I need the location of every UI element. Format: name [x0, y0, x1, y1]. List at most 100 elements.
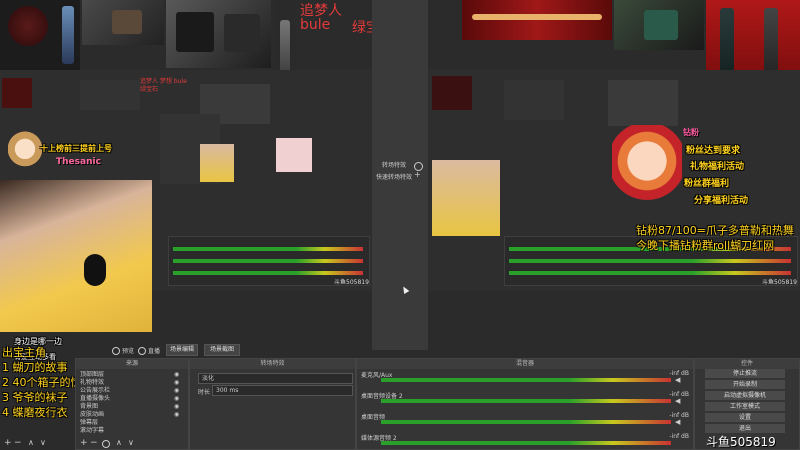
right-overlay-line2: 今晚下播钻粉群roll蝴刀红网: [636, 239, 775, 252]
remove-icon[interactable]: −: [14, 438, 22, 448]
preview-right-thumb-3: [608, 80, 678, 126]
preview-left-thumb-2: [80, 80, 140, 110]
mixer-meter: [381, 399, 671, 403]
preview-left-anime: [276, 138, 312, 172]
microphone-icon: [84, 254, 106, 286]
preview-right-cam: [432, 160, 500, 236]
exit-button[interactable]: 退出: [705, 424, 785, 433]
right-overlay-side2: 礼物福利活动: [690, 162, 745, 172]
game-thumb-gloves-2: [166, 0, 271, 68]
eye-icon[interactable]: ◉: [174, 387, 184, 395]
sources-dock: 来源 顶部图层 礼物特效 公告展示栏 直播摄像头 背景图 皮肤动画 弹幕层 滚动…: [75, 358, 189, 450]
game-thumb-gloves-3: [614, 0, 704, 50]
source-item[interactable]: 公告展示栏: [80, 387, 184, 395]
chat-overlay-line2: Thesanic: [56, 157, 101, 167]
source-item[interactable]: 皮肤动画: [80, 411, 184, 419]
start-recording-button[interactable]: 开始录制: [705, 380, 785, 389]
preview-right-thumb-1: [432, 76, 472, 110]
right-overlay-side4: 分享福利活动: [694, 196, 749, 206]
eye-icon[interactable]: ◉: [174, 411, 184, 419]
source-item[interactable]: 弹幕层: [80, 419, 184, 427]
right-overlay-tag: 钻粉: [683, 128, 699, 137]
add-icon[interactable]: +: [80, 438, 88, 448]
preview-checkbox-icon[interactable]: [112, 347, 120, 355]
duration-input[interactable]: 300 ms: [212, 385, 353, 396]
virtual-camera-button[interactable]: 启动虚拟摄像机: [705, 391, 785, 400]
speaker-icon[interactable]: ◀: [675, 418, 680, 426]
audio-mixer-dock: 混音器 麦克风/Aux -inf dB ◀ 桌面音频设备 2 -inf dB ◀…: [356, 358, 694, 450]
eye-icon[interactable]: ◉: [174, 379, 184, 387]
source-item[interactable]: 礼物特效: [80, 379, 184, 387]
left-overlay-heading: 出宝主角: [2, 346, 46, 359]
scene-edit-button[interactable]: 场景编辑: [166, 344, 198, 356]
stop-streaming-button[interactable]: 停止推流: [705, 369, 785, 378]
mixer-header: 混音器: [357, 359, 693, 369]
douyu-watermark: 斗鱼505819: [706, 435, 776, 449]
left-overlay-item: 4 蝶磨夜行衣: [2, 406, 68, 419]
gear-icon[interactable]: [102, 440, 110, 448]
preview-right-thumb-2: [504, 80, 564, 120]
transition-type-select[interactable]: 淡化: [198, 373, 353, 384]
left-overlay-item: 1 蝴刀的故事: [2, 361, 68, 374]
plus-icon[interactable]: +: [414, 170, 421, 179]
move-up-icon[interactable]: ∧: [28, 438, 34, 447]
transition-dock: 转场特效 淡化 时长 300 ms: [189, 358, 356, 450]
streamer-webcam: [0, 180, 152, 332]
transition-row: 快速转场特效: [376, 174, 413, 181]
anime-mascot-right: [612, 125, 682, 215]
live-checkbox-label: 直播: [148, 348, 161, 355]
sources-footer-toolbar: + − ∧ ∨: [76, 438, 186, 450]
source-item[interactable]: 滚动字幕: [80, 427, 184, 435]
controls-dock-header: 控件: [695, 359, 799, 369]
preview-left-cam: [200, 144, 234, 182]
preview-left-thumb-1: [2, 78, 32, 108]
move-down-icon[interactable]: ∨: [128, 438, 134, 447]
remove-icon[interactable]: −: [90, 438, 98, 448]
add-icon[interactable]: +: [4, 438, 12, 448]
preview-left-meter-3: [173, 271, 363, 275]
eye-icon[interactable]: ◉: [174, 371, 184, 379]
scene-screenshot-button[interactable]: 场景截图: [204, 344, 240, 356]
duration-label: 时长: [198, 389, 211, 396]
preview-left-meter-2: [173, 259, 363, 263]
preview-right-meter-3: [509, 271, 791, 275]
settings-button[interactable]: 设置: [705, 413, 785, 422]
right-overlay-side3: 粉丝群福利: [684, 179, 730, 189]
left-overlay-item: 3 爷爷的袜子: [2, 391, 68, 404]
mixer-channel-db: -inf dB: [669, 433, 689, 440]
move-up-icon[interactable]: ∧: [116, 438, 122, 447]
sources-dock-header: 来源: [76, 359, 188, 369]
source-item[interactable]: 顶部图层: [80, 371, 184, 379]
visibility-icons: ◉ ◉ ◉ ◉ ◉ ◉: [174, 371, 184, 419]
preview-left-room-id: 斗鱼505819: [334, 279, 369, 286]
mixer-meter: [381, 420, 671, 424]
controls-row: 预览 直播 场景编辑 场景截图: [100, 344, 430, 358]
preview-left-mini-banner: 追梦人 梦想 bule 绿宝石: [140, 78, 187, 93]
preview-right-room-id: 斗鱼505819: [762, 279, 797, 286]
live-checkbox-icon[interactable]: [138, 347, 146, 355]
transition-dock-header: 转场特效: [190, 359, 355, 369]
studio-mode-button[interactable]: 工作室模式: [705, 402, 785, 411]
scenes-footer-toolbar: + − ∧ ∨: [0, 438, 75, 450]
right-overlay-side1: 粉丝达到要求: [686, 146, 741, 156]
eye-icon[interactable]: ◉: [174, 403, 184, 411]
chat-overlay-line1: 十上榜前三提前上号: [40, 144, 112, 153]
speaker-icon[interactable]: ◀: [675, 397, 680, 405]
game-thumb-knives: [0, 0, 80, 70]
mixer-meter: [381, 378, 671, 382]
mixer-meter: [381, 441, 671, 445]
source-item[interactable]: 背景图: [80, 403, 184, 411]
game-thumb-rifle: [462, 0, 612, 40]
speaker-icon[interactable]: ◀: [675, 376, 680, 384]
sources-list: 顶部图层 礼物特效 公告展示栏 直播摄像头 背景图 皮肤动画 弹幕层 滚动字幕: [80, 371, 184, 435]
right-overlay-line1: 钻粉87/100=爪子多普勒和热舞: [636, 224, 794, 237]
preview-checkbox-label: 预览: [122, 348, 135, 355]
move-down-icon[interactable]: ∨: [40, 438, 46, 447]
game-thumb-gloves-1: [82, 0, 164, 45]
chibi-avatar-left: [8, 130, 42, 172]
preview-left-meter-1: [173, 247, 363, 251]
transition-header: 转场特效: [382, 162, 407, 169]
eye-icon[interactable]: ◉: [174, 395, 184, 403]
banner-line2-left: bule: [300, 17, 331, 33]
source-item[interactable]: 直播摄像头: [80, 395, 184, 403]
